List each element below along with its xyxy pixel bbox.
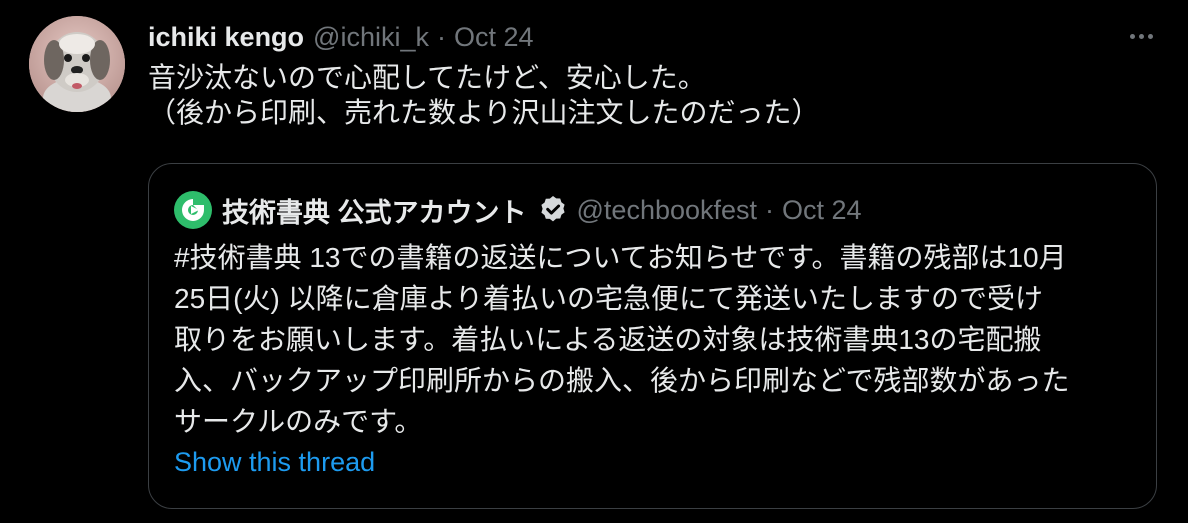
quoted-tweet-date[interactable]: Oct 24 bbox=[782, 195, 862, 226]
quoted-tweet[interactable]: 技術書典 公式アカウント @techbookfest · Oct 24 #技術書… bbox=[148, 163, 1157, 509]
avatar[interactable] bbox=[29, 16, 125, 112]
tweet-text: 音沙汰ないので心配してたけど、安心した。 （後から印刷、売れた数より沢山注文した… bbox=[148, 62, 820, 128]
quoted-author-handle[interactable]: @techbookfest bbox=[577, 195, 758, 226]
tweet[interactable]: ichiki kengo @ichiki_k · Oct 24 音沙汰ないので心… bbox=[0, 0, 1188, 523]
author-handle[interactable]: @ichiki_k bbox=[313, 22, 429, 53]
tweet-date[interactable]: Oct 24 bbox=[454, 22, 534, 53]
verified-badge-icon bbox=[540, 196, 565, 222]
separator-dot: · bbox=[765, 194, 775, 225]
quoted-tweet-header: 技術書典 公式アカウント @techbookfest · Oct 24 bbox=[174, 191, 862, 229]
tweet-header: ichiki kengo @ichiki_k · Oct 24 bbox=[148, 20, 534, 54]
more-options-icon[interactable] bbox=[1124, 26, 1158, 46]
separator-dot: · bbox=[436, 21, 446, 52]
author-name[interactable]: ichiki kengo bbox=[148, 22, 304, 53]
dog-avatar-icon bbox=[29, 16, 125, 112]
techbookfest-logo-icon bbox=[174, 191, 212, 229]
quoted-author-name[interactable]: 技術書典 公式アカウント bbox=[222, 191, 527, 230]
quoted-tweet-text: #技術書典 13での書籍の返送についてお知らせです。書籍の残部は10月 25日(… bbox=[174, 242, 1070, 437]
show-thread-link[interactable]: Show this thread bbox=[174, 447, 375, 478]
